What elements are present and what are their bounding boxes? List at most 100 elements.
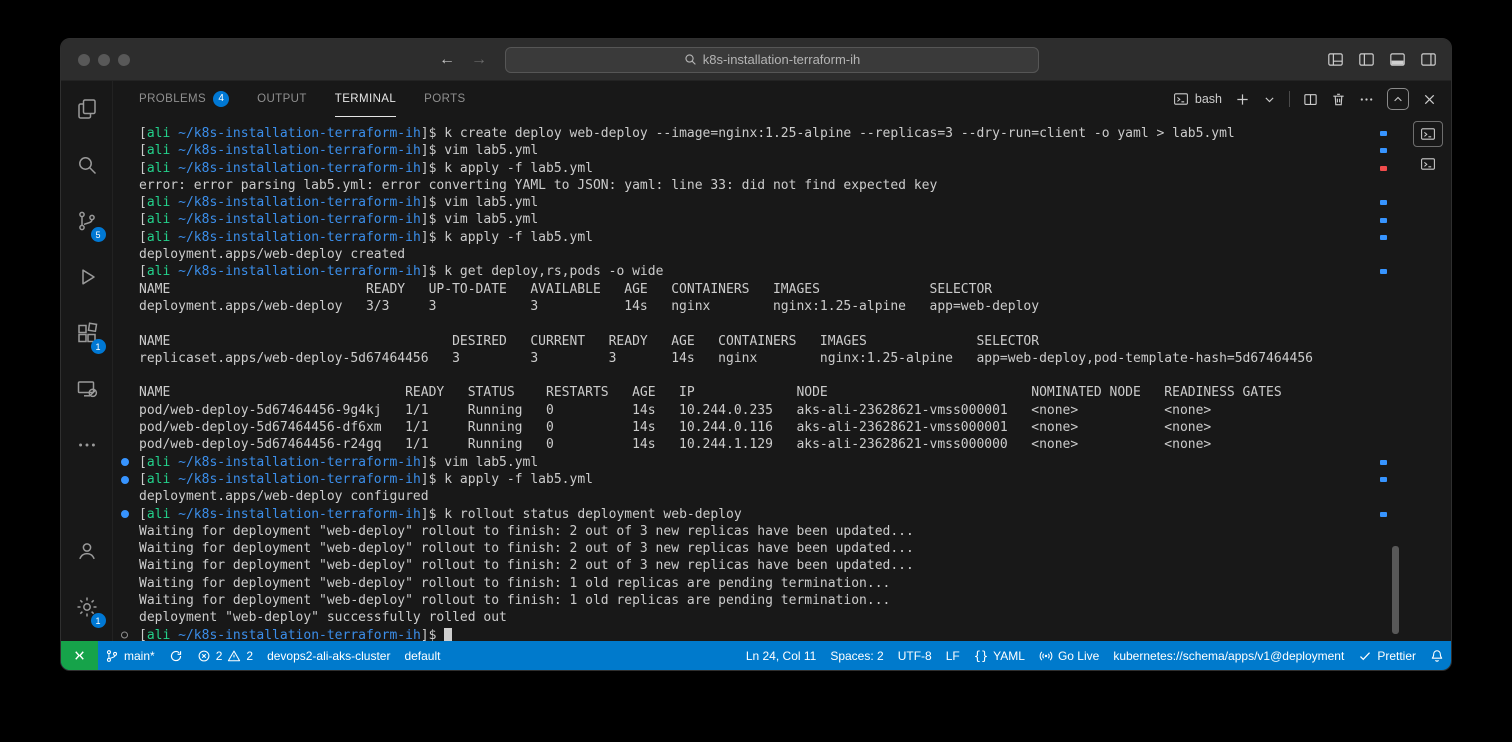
schema-indicator[interactable]: kubernetes://schema/apps/v1@deployment [1106,641,1351,670]
terminal-line: deployment.apps/web-deploy 3/3 3 3 14s n… [139,298,1040,314]
panel-more-actions-button[interactable] [1359,92,1374,107]
close-window-button[interactable] [78,53,90,66]
command-center-search[interactable]: k8s-installation-terraform-ih [505,46,1039,73]
encoding-indicator[interactable]: UTF-8 [891,641,939,670]
terminal-line: deployment "web-deploy" successfully rol… [139,610,507,626]
terminal-line: [ali ~/k8s-installation-terraform-ih]$ k… [113,471,1451,488]
terminal-shell-selector[interactable]: bash [1173,91,1222,107]
plus-icon [1237,93,1248,105]
terminal-line: [ali ~/k8s-installation-terraform-ih]$ v… [139,212,539,228]
indentation-indicator[interactable]: Spaces: 2 [823,641,890,670]
trash-icon [1333,93,1344,105]
warning-icon [228,650,241,661]
k8s-cluster-indicator[interactable]: devops2-ali-aks-cluster [260,641,397,670]
source-control-badge: 5 [90,227,106,242]
activity-settings-button[interactable]: 1 [63,579,111,635]
notifications-button[interactable] [1423,641,1451,670]
remote-indicator[interactable] [61,641,98,670]
schema-text: kubernetes://schema/apps/v1@deployment [1113,648,1345,663]
branch-indicator[interactable]: main* [98,641,162,670]
terminal-session-button-1[interactable] [1413,121,1443,147]
terminal-line: pod/web-deploy-5d67464456-r24gq 1/1 Runn… [139,437,1212,453]
terminal-line: pod/web-deploy-5d67464456-9g4kj 1/1 Runn… [139,402,1212,418]
chevron-up-icon [1394,96,1402,102]
bell-icon [1431,649,1443,662]
problems-count-badge: 4 [213,90,230,107]
broadcast-icon [1039,651,1053,660]
sync-icon [170,650,181,661]
split-icon [1304,93,1317,105]
titlebar: ← → k8s-installation-terraform-ih [61,39,1451,81]
branch-icon [106,649,118,662]
new-terminal-button[interactable] [1235,92,1250,107]
eol-text: LF [945,648,960,663]
encoding-text: UTF-8 [897,648,932,663]
tab-terminal[interactable]: TERMINAL [334,81,397,117]
panel-header: PROBLEMS 4 OUTPUT TERMINAL PORTS bash [113,81,1451,117]
nav-forward-icon[interactable]: → [471,51,487,69]
split-terminal-button[interactable] [1303,92,1318,107]
terminal-viewport[interactable]: [ali ~/k8s-installation-terraform-ih]$ k… [113,117,1451,641]
command-decoration-dot[interactable] [121,458,129,467]
activity-account-button[interactable] [63,523,111,579]
remote-icon [75,651,84,660]
overview-ruler-mark-ok [1380,148,1387,154]
terminal-line: Waiting for deployment "web-deploy" roll… [139,523,914,539]
status-bar: main* 2 2 devops2-ali-aks-cluster defaul… [61,641,1451,670]
activity-run-debug-button[interactable] [63,249,111,305]
problems-indicator[interactable]: 2 2 [190,641,260,670]
formatter-indicator[interactable]: Prettier [1351,641,1423,670]
tab-problems[interactable]: PROBLEMS 4 [139,81,230,117]
overview-ruler-mark-ok [1380,200,1387,206]
explorer-icon [77,99,96,119]
terminal-line: [ali ~/k8s-installation-terraform-ih]$ v… [139,195,539,211]
tab-terminal-label: TERMINAL [334,92,397,105]
maximize-panel-button[interactable] [1387,88,1409,110]
eol-indicator[interactable]: LF [939,641,967,670]
check-icon [1360,651,1371,660]
zoom-window-button[interactable] [118,53,130,66]
terminal-line: Waiting for deployment "web-deploy" roll… [139,575,891,591]
command-decoration-dot[interactable] [121,510,129,519]
terminal-icon [1173,93,1188,105]
remote-explorer-icon [77,381,97,398]
tab-ports[interactable]: PORTS [424,81,465,117]
cursor-position-text: Ln 24, Col 11 [745,648,817,663]
tab-output[interactable]: OUTPUT [257,81,307,117]
terminal-dropdown-button[interactable] [1263,93,1276,106]
overview-ruler-mark-ok [1380,511,1387,517]
nav-back-icon[interactable]: ← [439,51,455,69]
command-decoration-ring[interactable] [121,631,128,639]
activity-more-button[interactable] [63,417,111,473]
error-count: 2 [215,648,223,663]
close-panel-button[interactable] [1422,92,1437,107]
language-mode-indicator[interactable]: {} YAML [967,641,1032,670]
terminal-line: Waiting for deployment "web-deploy" roll… [139,558,914,574]
activity-explorer-button[interactable] [63,81,111,137]
overview-ruler-mark-ok [1380,131,1387,136]
activity-remote-explorer-button[interactable] [63,361,111,417]
toggle-sidebar-right-icon[interactable] [1420,51,1437,68]
toggle-sidebar-left-icon[interactable] [1358,51,1375,68]
kill-terminal-button[interactable] [1331,92,1346,107]
overview-ruler-mark-ok [1380,477,1387,482]
k8s-namespace-indicator[interactable]: default [397,641,447,670]
activity-source-control-button[interactable]: 5 [63,193,111,249]
more-icon [1360,97,1373,101]
toggle-panel-icon[interactable] [1389,51,1406,68]
minimize-window-button[interactable] [98,53,110,66]
activity-extensions-button[interactable]: 1 [63,305,111,361]
activity-search-button[interactable] [63,137,111,193]
terminal-line: NAME READY UP-TO-DATE AVAILABLE AGE CONT… [139,281,993,297]
terminal-line: [ali ~/k8s-installation-terraform-ih]$ v… [139,143,539,159]
sync-button[interactable] [162,641,190,670]
overview-ruler-mark-err [1380,165,1387,171]
terminal-session-button-2[interactable] [1413,151,1443,177]
scrollbar-thumb[interactable] [1392,546,1399,634]
command-decoration-dot[interactable] [121,475,129,484]
customize-layout-icon[interactable] [1327,51,1344,68]
terminal-line: error: error parsing lab5.yml: error con… [139,177,938,193]
tab-ports-label: PORTS [424,92,466,105]
go-live-button[interactable]: Go Live [1032,641,1106,670]
cursor-position-indicator[interactable]: Ln 24, Col 11 [739,641,824,670]
